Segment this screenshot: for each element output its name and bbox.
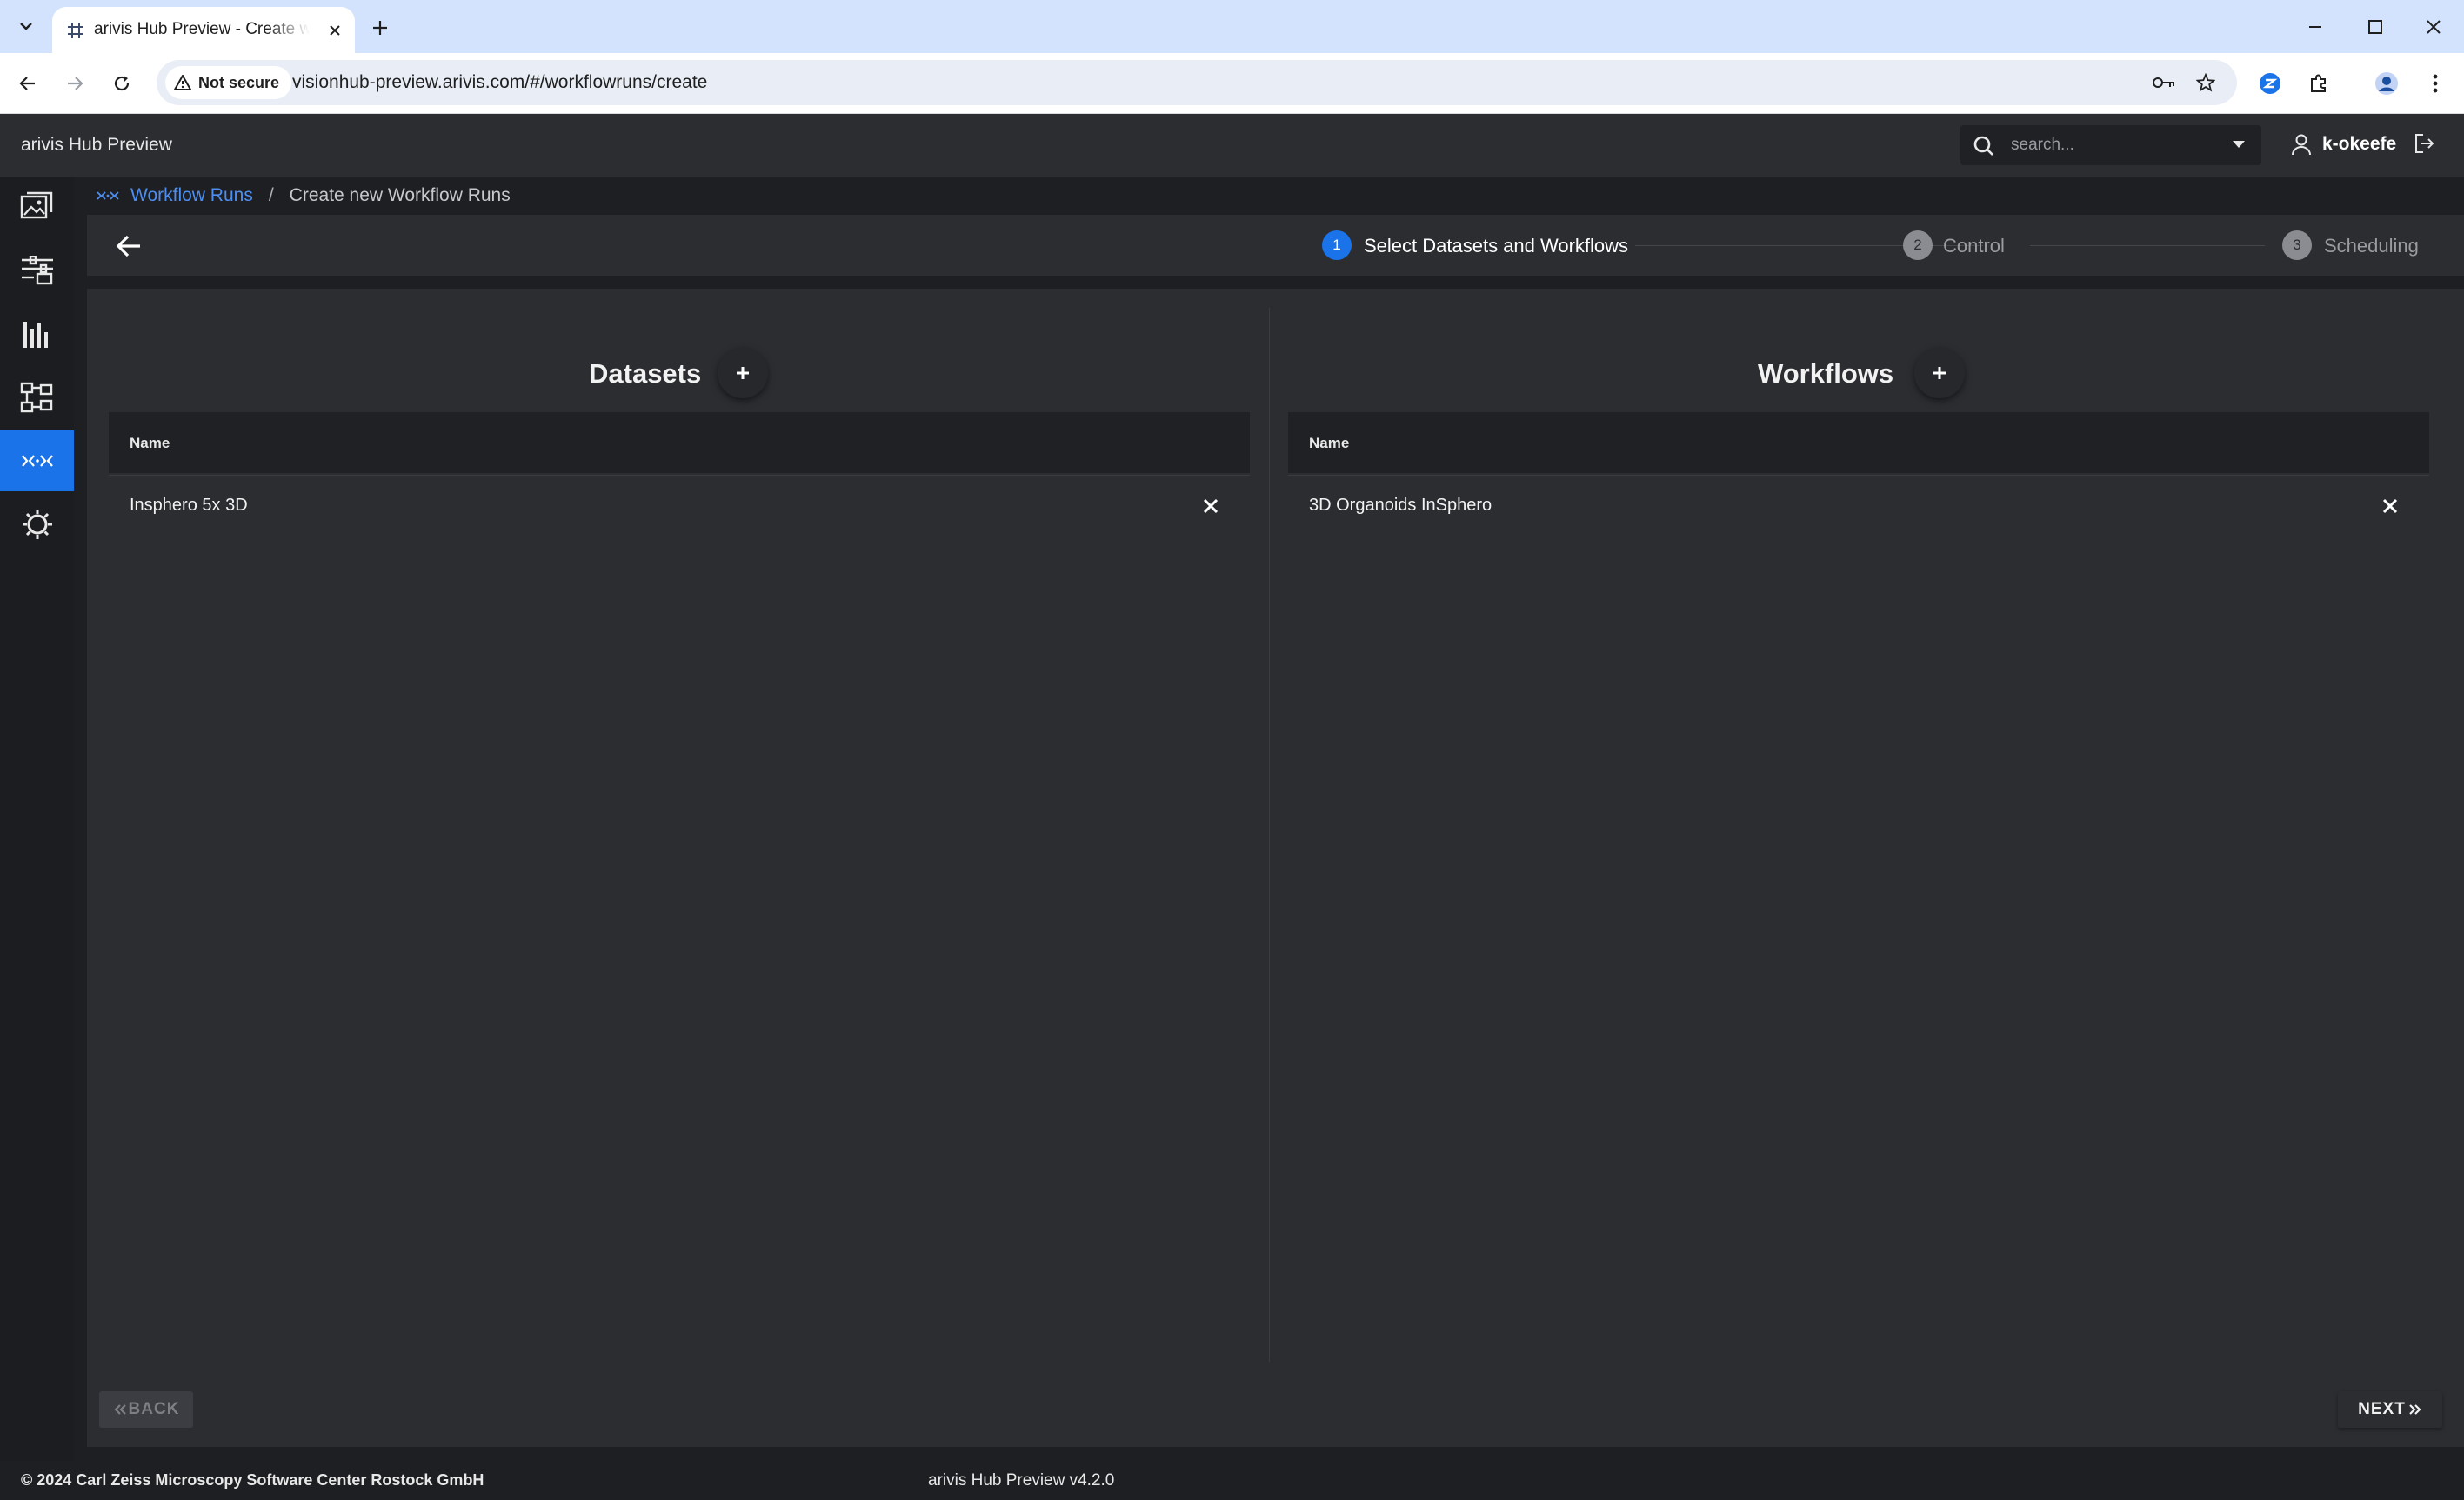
workflows-table-header: Name bbox=[1288, 412, 2429, 473]
workflows-name-column[interactable]: Name bbox=[1309, 435, 1349, 452]
password-key-icon[interactable] bbox=[2152, 70, 2176, 95]
main-content: Datasets Name Insphero 5x 3D Workflows N… bbox=[87, 289, 2464, 1447]
browser-back-arrow-icon[interactable] bbox=[12, 68, 43, 99]
reload-icon[interactable] bbox=[106, 68, 137, 99]
bookmark-star-icon[interactable] bbox=[2194, 70, 2218, 95]
new-tab-plus-icon[interactable] bbox=[365, 13, 395, 43]
address-bar[interactable]: Not secure visionhub-preview.arivis.com/… bbox=[157, 60, 2237, 105]
plus-icon bbox=[735, 365, 751, 381]
remove-workflow-close-icon[interactable] bbox=[2377, 493, 2403, 519]
datasets-table-header: Name bbox=[109, 412, 1250, 473]
user-name[interactable]: k-okeefe bbox=[2322, 134, 2396, 155]
breadcrumb-current: Create new Workflow Runs bbox=[289, 185, 511, 205]
global-search-box[interactable]: search... bbox=[1960, 125, 2261, 165]
browser-menu-dots-icon[interactable] bbox=[2420, 68, 2451, 99]
images-icon bbox=[20, 191, 55, 223]
extension-badge-icon[interactable] bbox=[2254, 68, 2286, 99]
datasets-title: Datasets bbox=[589, 358, 702, 389]
back-button[interactable]: BACK bbox=[99, 1391, 193, 1428]
remove-dataset-close-icon[interactable] bbox=[1198, 493, 1224, 519]
search-dropdown-caret-icon[interactable] bbox=[2232, 140, 2246, 149]
double-chevron-left-icon bbox=[113, 1403, 127, 1416]
sidebar-item-workflow-runs[interactable] bbox=[0, 430, 74, 491]
search-icon bbox=[1973, 135, 1995, 157]
footer: © 2024 Carl Zeiss Microscopy Software Ce… bbox=[0, 1461, 2464, 1500]
double-chevron-right-icon bbox=[2408, 1403, 2422, 1416]
table-row[interactable]: Insphero 5x 3D bbox=[109, 475, 1250, 537]
footer-copyright: © 2024 Carl Zeiss Microscopy Software Ce… bbox=[21, 1471, 484, 1489]
security-label: Not secure bbox=[198, 73, 280, 91]
user-icon bbox=[2291, 133, 2312, 156]
step-3-number: 3 bbox=[2282, 230, 2312, 260]
plus-icon bbox=[1932, 365, 1947, 381]
back-button-label: BACK bbox=[128, 1400, 180, 1418]
step-1-label[interactable]: Select Datasets and Workflows bbox=[1364, 235, 1628, 257]
extensions-puzzle-icon[interactable] bbox=[2303, 68, 2334, 99]
browser-tab-bar: arivis Hub Preview - Create workflow run… bbox=[0, 0, 2464, 53]
dataset-name: Insphero 5x 3D bbox=[130, 496, 248, 515]
tab-search-chevron-icon[interactable] bbox=[12, 14, 40, 38]
step-1-number: 1 bbox=[1322, 230, 1352, 260]
sidebar-item-hierarchy[interactable] bbox=[0, 367, 74, 428]
sidebar bbox=[0, 177, 74, 1461]
sidebar-item-settings[interactable] bbox=[0, 494, 74, 555]
close-tab-icon[interactable] bbox=[322, 17, 348, 43]
settings-gear-icon bbox=[20, 507, 55, 542]
next-button[interactable]: NEXT bbox=[2338, 1391, 2442, 1428]
hierarchy-icon bbox=[20, 382, 55, 413]
back-arrow-icon[interactable] bbox=[113, 230, 144, 262]
workflow-runs-icon bbox=[20, 452, 55, 470]
step-connector bbox=[2030, 245, 2265, 246]
breadcrumb-separator: / bbox=[268, 185, 274, 205]
footer-version: arivis Hub Preview v4.2.0 bbox=[928, 1471, 1115, 1490]
breadcrumb-link-workflow-runs[interactable]: Workflow Runs bbox=[130, 185, 253, 206]
bar-chart-icon bbox=[22, 320, 53, 348]
app-header: arivis Hub Preview search... k-okeefe bbox=[0, 114, 2464, 177]
table-row[interactable]: 3D Organoids InSphero bbox=[1288, 475, 2429, 537]
workflows-title: Workflows bbox=[1758, 358, 1894, 389]
logout-icon[interactable] bbox=[2413, 132, 2435, 155]
close-window-icon[interactable] bbox=[2416, 10, 2451, 43]
sidebar-item-analytics[interactable] bbox=[0, 303, 74, 364]
tab-title: arivis Hub Preview - Create workflow run… bbox=[94, 20, 310, 38]
add-workflow-button[interactable] bbox=[1914, 348, 1965, 398]
app-title[interactable]: arivis Hub Preview bbox=[21, 135, 172, 156]
add-dataset-button[interactable] bbox=[718, 348, 768, 398]
workflow-name: 3D Organoids InSphero bbox=[1309, 496, 1492, 515]
arivis-favicon-icon bbox=[64, 19, 87, 42]
browser-toolbar: Not secure visionhub-preview.arivis.com/… bbox=[0, 53, 2464, 114]
warning-triangle-icon bbox=[174, 75, 191, 90]
wizard-stepper: 1 Select Datasets and Workflows 2 Contro… bbox=[87, 215, 2464, 276]
step-2-number: 2 bbox=[1903, 230, 1933, 260]
sliders-icon bbox=[20, 256, 55, 285]
workflow-runs-icon bbox=[96, 190, 120, 202]
minimize-window-icon[interactable] bbox=[2298, 10, 2333, 43]
next-button-label: NEXT bbox=[2358, 1400, 2406, 1418]
browser-forward-arrow-icon[interactable] bbox=[59, 68, 90, 99]
sidebar-item-settings-sliders[interactable] bbox=[0, 240, 74, 301]
step-2-label[interactable]: Control bbox=[1943, 235, 2005, 257]
browser-tab[interactable]: arivis Hub Preview - Create workflow run… bbox=[52, 7, 355, 53]
profile-avatar-icon[interactable] bbox=[2371, 68, 2402, 99]
panel-divider bbox=[1269, 308, 1270, 1362]
breadcrumb: Workflow Runs / Create new Workflow Runs bbox=[96, 183, 511, 209]
maximize-window-icon[interactable] bbox=[2358, 10, 2393, 43]
search-input[interactable]: search... bbox=[2011, 136, 2074, 155]
datasets-name-column[interactable]: Name bbox=[130, 435, 170, 452]
workflows-panel: Workflows Name 3D Organoids InSphero bbox=[1288, 308, 2429, 1369]
url-text[interactable]: visionhub-preview.arivis.com/#/workflowr… bbox=[292, 72, 707, 93]
security-indicator[interactable]: Not secure bbox=[165, 66, 292, 99]
datasets-panel: Datasets Name Insphero 5x 3D bbox=[109, 308, 1250, 1369]
sidebar-item-images[interactable] bbox=[0, 177, 74, 237]
step-3-label[interactable]: Scheduling bbox=[2324, 235, 2419, 257]
